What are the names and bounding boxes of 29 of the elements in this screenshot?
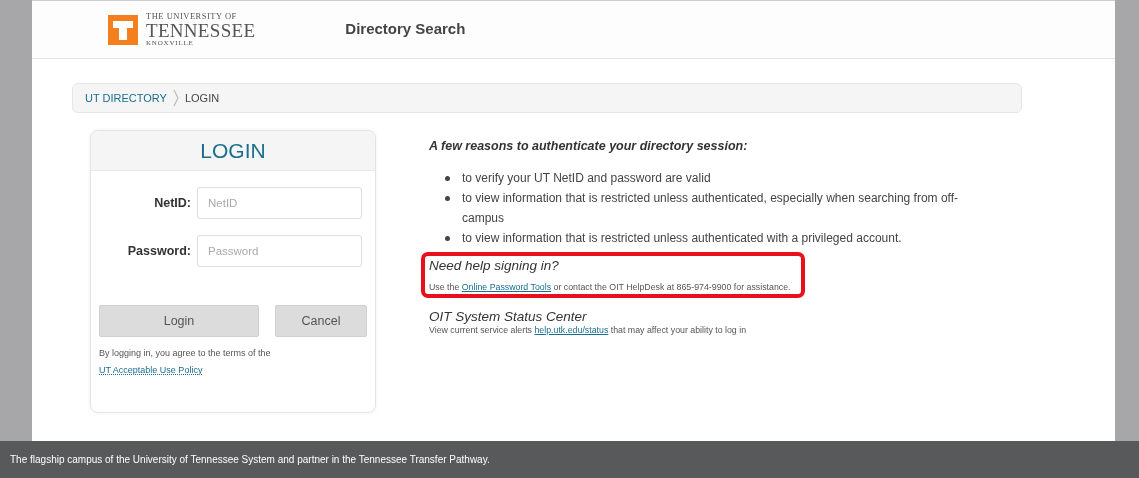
bullet-icon [445,195,450,201]
input-field[interactable]: Password [197,235,362,267]
input-field[interactable]: NetID [197,187,362,219]
help-text: Use the Online Password Tools or contact the OIT HelpDesk at 865-974-9900 for assistance. [429,280,791,294]
help-heading: Need help signing in? [429,257,560,273]
terms-text: By logging in, you agree to the terms of the UT Acceptable Use Policy [98,347,272,377]
help-link[interactable]: Online Password Tools [461,281,552,292]
footer-text: The flagship campus of the University of Tennessee System and partner in the Tennessee Transfer Pathway. [10,453,490,467]
list-item: to view information that is restricted unless authenticated with a privileged account. [462,229,902,247]
logo-text: TENNESSEE [146,20,256,40]
breadcrumb-current: LOGIN [184,90,220,106]
list-item: to verify your UT NetID and password are valid [462,169,711,187]
field-label: Password: [126,242,191,260]
field-label: NetID: [153,194,191,212]
help-heading: OIT System Status Center [429,308,588,324]
bullet-icon [445,175,450,181]
page-title: Directory Search [345,19,466,40]
status-text: View current service alerts help.utk.edu/status that may affect your ability to log in [429,324,748,337]
bullet-icon [445,235,450,241]
login-button[interactable]: Login [99,305,259,337]
policy-link[interactable]: UT Acceptable Use Policy [99,365,203,375]
panel-title: LOGIN [200,137,266,164]
section-heading: A few reasons to authenticate your directory session: [429,138,749,155]
chevron-icon [172,89,179,107]
cancel-button[interactable]: Cancel [275,305,367,337]
breadcrumb-link[interactable]: UT DIRECTORY [85,89,167,107]
logo-icon [108,14,138,45]
help-link[interactable]: help.utk.edu/status [534,324,609,335]
logo-text: THE UNIVERSITY OF [146,12,238,21]
